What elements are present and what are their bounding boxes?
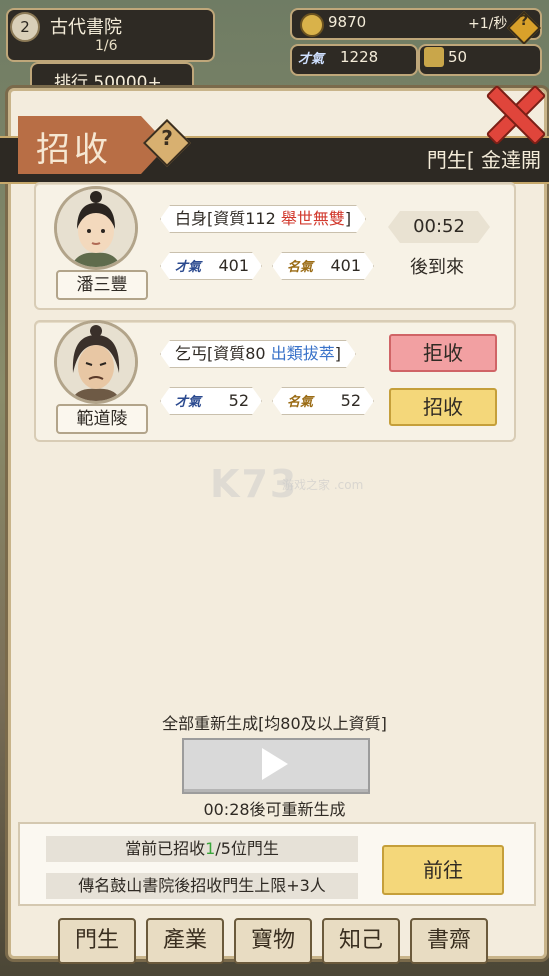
school-name: 古代書院 (50, 17, 122, 38)
tab-industry[interactable]: 產業 (146, 918, 224, 964)
talent-icon: 才氣 (298, 52, 325, 67)
watermark-sub: 游戏之家 .com (282, 478, 364, 492)
candidate-portrait (54, 186, 138, 270)
disciple-label: 門生[ 金達開 (426, 148, 541, 172)
talent-value: 1228 (340, 48, 379, 66)
candidate-origin: 乞丐[資質80 出類拔萃] (160, 340, 356, 368)
coin-value: 9870 (328, 13, 367, 31)
candidate-portrait (54, 320, 138, 404)
tab-study[interactable]: 書齋 (410, 918, 488, 964)
regenerate-label: 全部重新生成[均80及以上資質] (162, 714, 387, 733)
accept-button[interactable]: 招收 (389, 388, 497, 426)
fame-value: 50 (448, 48, 468, 66)
scholar-avatar-icon (57, 189, 135, 267)
talent-icon: 才氣 (175, 395, 202, 410)
candidate-name: 範道陵 (56, 404, 148, 434)
arrival-status: 後到來 (410, 257, 464, 278)
candidate-grade: 舉世無雙 (280, 209, 345, 228)
fame-stat-value: 52 (340, 391, 361, 410)
fame-stat-value: 401 (330, 256, 361, 275)
tab-treasures[interactable]: 寶物 (234, 918, 312, 964)
talent-stat-value: 401 (218, 256, 249, 275)
recruit-limit-hint: 傳名鼓山書院後招收門生上限+3人 (46, 873, 358, 899)
candidate-origin-close: ] (344, 209, 352, 228)
coin-rate: +1/秒 (468, 16, 508, 32)
regenerate-timer: 00:28後可重新生成 (203, 800, 346, 819)
talent-stat: 才氣 52 (160, 387, 262, 415)
fame-icon (424, 47, 444, 67)
fame-icon: 名氣 (287, 260, 314, 275)
candidate-name: 潘三豐 (56, 270, 148, 300)
recruit-count: 當前已招收1/5位門生 (46, 836, 358, 862)
play-icon (262, 748, 288, 780)
help-question-mark: ? (519, 13, 529, 29)
fame-icon: 名氣 (287, 395, 314, 410)
arrival-timer: 00:52 (388, 211, 490, 243)
fame-stat: 名氣 52 (272, 387, 374, 415)
school-level-badge: 2 (10, 12, 40, 42)
talent-icon: 才氣 (175, 260, 202, 275)
recruit-count-prefix: 當前已招收 (125, 839, 206, 858)
school-progress: 1/6 (95, 38, 118, 54)
candidate-origin: 白身[資質112 舉世無雙] (160, 205, 366, 233)
beggar-avatar-icon (57, 323, 135, 401)
tab-confidants[interactable]: 知己 (322, 918, 400, 964)
fame-stat: 名氣 401 (272, 252, 374, 280)
candidate-origin-text: 乞丐[資質80 (175, 344, 266, 363)
candidate-origin-text: 白身[資質112 (175, 209, 276, 228)
reject-button[interactable]: 拒收 (389, 334, 497, 372)
candidate-origin-close: ] (334, 344, 341, 363)
talent-stat-value: 52 (228, 391, 249, 410)
talent-stat: 才氣 401 (160, 252, 262, 280)
title-help-question-mark: ? (161, 126, 173, 150)
tab-disciples[interactable]: 門生 (58, 918, 136, 964)
recruit-count-suffix: /5位門生 (215, 839, 279, 858)
recruit-count-value: 1 (205, 839, 216, 858)
goto-button[interactable]: 前往 (382, 845, 504, 895)
candidate-grade: 出類拔萃 (270, 344, 335, 363)
coin-icon (300, 13, 324, 37)
panel-title: 招收 (36, 130, 112, 170)
close-button[interactable] (482, 84, 547, 146)
